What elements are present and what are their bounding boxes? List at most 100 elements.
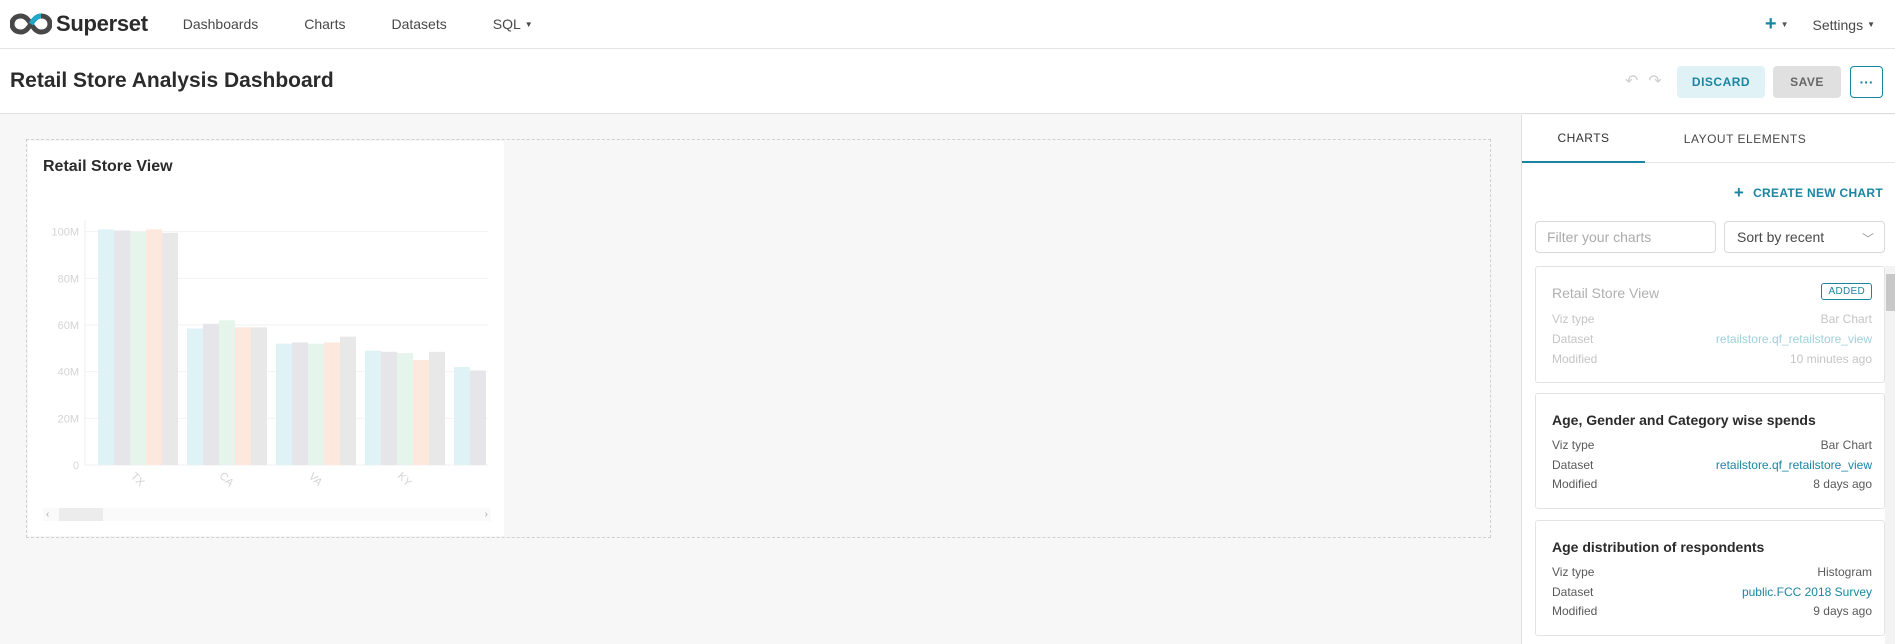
dashboard-title[interactable]: Retail Store Analysis Dashboard: [10, 69, 334, 93]
bar: [187, 328, 203, 465]
discard-button[interactable]: DISCARD: [1677, 66, 1765, 98]
chart-card[interactable]: 0 20M 40M 60M 80M 100M TX CA VA KY Retail Store V…: [28, 141, 504, 536]
modified-label: Modified: [1552, 477, 1598, 491]
builder-side-panel: CHARTS LAYOUT ELEMENTS + CREATE NEW CHAR…: [1521, 115, 1895, 644]
card-dataset-row: Dataset public.FCC 2018 Survey: [1552, 585, 1872, 599]
viz-type-value: Bar Chart: [1820, 312, 1872, 326]
main-menu: Dashboards Charts Datasets SQL ▼: [160, 16, 556, 32]
nav-right: + ▼ Settings ▼: [1765, 0, 1895, 49]
dataset-link[interactable]: retailstore.qf_retailstore_view: [1716, 458, 1872, 472]
x-tick-label: VA: [306, 471, 325, 490]
nav-sql[interactable]: SQL ▼: [470, 16, 556, 32]
bar: [381, 351, 397, 465]
y-tick-label: 20M: [58, 413, 79, 425]
redo-icon[interactable]: ↷: [1648, 71, 1661, 91]
viz-type-value: Histogram: [1817, 565, 1872, 579]
sort-select[interactable]: Sort by recent ﹀: [1724, 221, 1885, 253]
y-tick-label: 60M: [58, 320, 79, 332]
bar: [292, 342, 308, 465]
bar: [340, 336, 356, 465]
new-item-menu[interactable]: + ▼: [1765, 13, 1789, 36]
panel-tabs: CHARTS LAYOUT ELEMENTS: [1522, 115, 1895, 163]
settings-menu[interactable]: Settings ▼: [1812, 17, 1875, 33]
bar: [413, 360, 429, 465]
bar: [114, 230, 130, 465]
x-tick-label: TX: [128, 470, 147, 489]
ellipsis-icon: ···: [1859, 74, 1874, 90]
panel-scrollbar[interactable]: [1885, 266, 1895, 644]
dashboard-grid[interactable]: 0 20M 40M 60M 80M 100M TX CA VA KY Retail Store V…: [26, 139, 1491, 538]
card-title: Age distribution of respondents: [1552, 539, 1765, 555]
y-tick-label: 0: [73, 460, 79, 472]
scrollbar-track: [43, 508, 491, 521]
caret-down-icon: ▼: [1867, 20, 1875, 29]
scroll-right-icon[interactable]: ›: [485, 508, 488, 521]
bar: [219, 320, 235, 465]
modified-label: Modified: [1552, 604, 1598, 618]
nav-dashboards[interactable]: Dashboards: [160, 16, 282, 32]
settings-label: Settings: [1812, 16, 1864, 33]
nav-datasets-label: Datasets: [391, 16, 447, 32]
card-modified-row: Modified 10 minutes ago: [1552, 352, 1872, 366]
bar: [397, 353, 413, 465]
card-title: Age, Gender and Category wise spends: [1552, 412, 1816, 428]
bar: [308, 343, 324, 465]
bar: [162, 232, 178, 465]
chevron-down-icon: ﹀: [1861, 232, 1874, 246]
scroll-left-icon[interactable]: ‹: [46, 508, 49, 521]
nav-charts[interactable]: Charts: [281, 16, 368, 32]
dataset-label: Dataset: [1552, 585, 1594, 599]
card-viz-row: Viz type Bar Chart: [1552, 312, 1872, 326]
panel-scrollbar-thumb[interactable]: [1886, 274, 1895, 311]
tab-layout-elements[interactable]: LAYOUT ELEMENTS: [1645, 115, 1845, 163]
undo-icon[interactable]: ↶: [1625, 71, 1638, 91]
superset-logo-icon: [10, 13, 52, 35]
scrollbar-thumb[interactable]: [59, 508, 103, 521]
bar-chart: 0 20M 40M 60M 80M 100M TX CA VA KY: [51, 220, 488, 490]
card-viz-row: Viz type Histogram: [1552, 565, 1872, 579]
modified-value: 10 minutes ago: [1789, 352, 1872, 366]
card-title: Retail Store View: [1552, 285, 1660, 301]
chart-card-item[interactable]: Retail Store View ADDED Viz type Bar Char…: [1535, 266, 1885, 383]
chart-card-item[interactable]: Age distribution of respondents Viz type…: [1535, 520, 1885, 636]
create-new-chart-label: CREATE NEW CHART: [1753, 186, 1883, 200]
card-dataset-row: Dataset retailstore.qf_retailstore_view: [1552, 332, 1872, 346]
bar: [251, 327, 267, 465]
superset-logo[interactable]: Superset: [10, 0, 148, 49]
modified-value: 8 days ago: [1813, 477, 1872, 491]
viz-type-label: Viz type: [1552, 438, 1595, 452]
create-new-chart-button[interactable]: + CREATE NEW CHART: [1734, 183, 1883, 203]
bar: [365, 350, 381, 465]
dataset-link[interactable]: public.FCC 2018 Survey: [1742, 585, 1872, 599]
viz-type-label: Viz type: [1552, 565, 1595, 579]
save-button[interactable]: SAVE: [1773, 66, 1841, 98]
y-tick-label: 80M: [58, 273, 79, 285]
tab-charts[interactable]: CHARTS: [1522, 115, 1645, 163]
nav-charts-label: Charts: [304, 16, 346, 32]
undo-redo: ↶ ↷: [1625, 71, 1662, 91]
chart-horizontal-scrollbar[interactable]: ‹ ›: [43, 508, 491, 521]
filter-charts-input[interactable]: [1535, 221, 1716, 253]
nav-datasets[interactable]: Datasets: [368, 16, 469, 32]
card-viz-row: Viz type Bar Chart: [1552, 438, 1872, 452]
nav-sql-label: SQL: [492, 16, 521, 32]
dataset-label: Dataset: [1552, 458, 1594, 472]
x-tick-label: CA: [217, 470, 237, 490]
card-modified-row: Modified 9 days ago: [1552, 604, 1872, 618]
bar: [429, 351, 445, 465]
dashboard-header: Retail Store Analysis Dashboard ↶ ↷ DISC…: [0, 49, 1895, 114]
chart-card-item[interactable]: Age, Gender and Category wise spends Viz…: [1535, 393, 1885, 509]
caret-down-icon: ▼: [524, 19, 533, 29]
bar: [98, 229, 114, 465]
y-tick-label: 100M: [51, 227, 79, 239]
viz-type-value: Bar Chart: [1820, 438, 1872, 452]
bar: [203, 323, 219, 465]
more-options-button[interactable]: ···: [1850, 66, 1883, 98]
bar: [146, 229, 162, 465]
bar: [130, 231, 146, 465]
dataset-link[interactable]: retailstore.qf_retailstore_view: [1716, 332, 1872, 346]
plus-icon: +: [1733, 183, 1745, 202]
x-tick-label: KY: [395, 470, 414, 489]
modified-label: Modified: [1552, 352, 1598, 366]
added-badge: ADDED: [1821, 283, 1872, 300]
